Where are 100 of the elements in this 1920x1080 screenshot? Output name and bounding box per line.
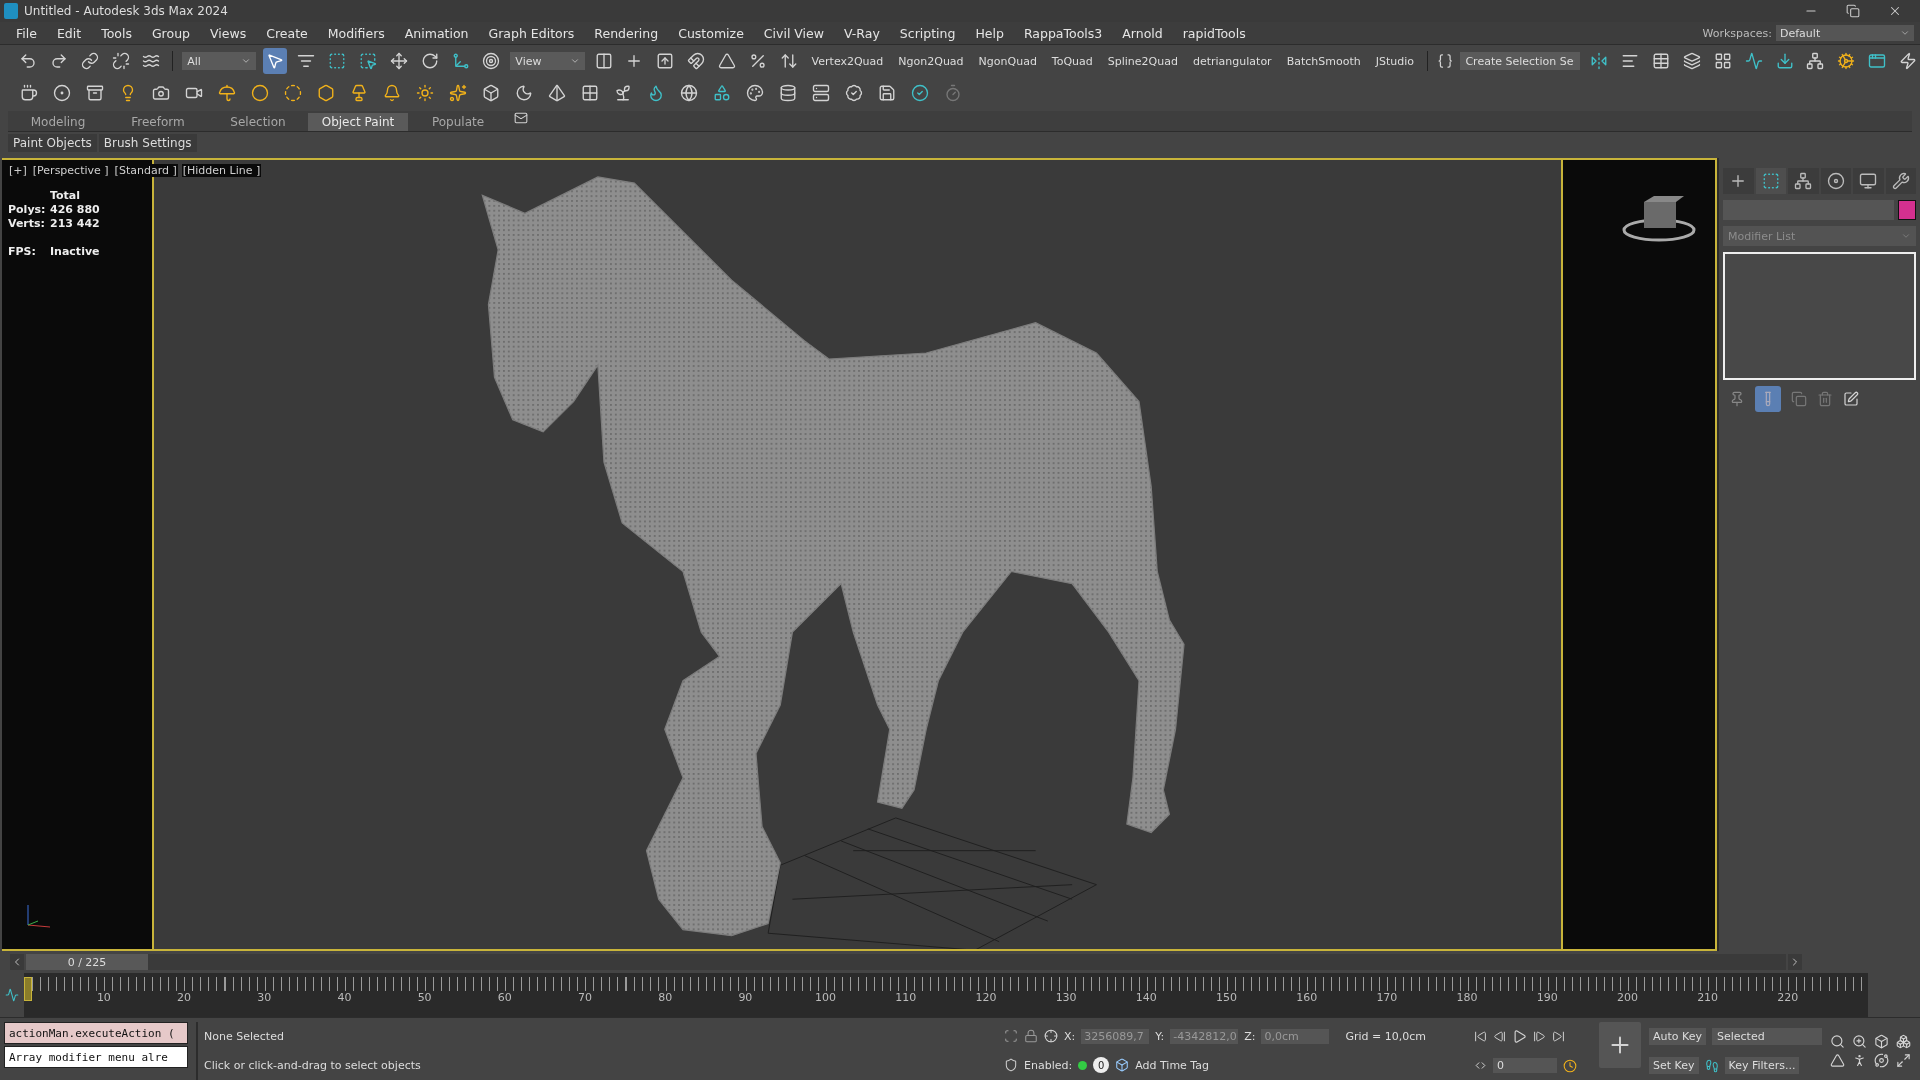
reference-coordinate-dropdown[interactable]: View	[510, 52, 585, 70]
set-key-large-button[interactable]	[1599, 1022, 1641, 1068]
go-to-end-icon[interactable]	[1552, 1030, 1565, 1043]
menu-item[interactable]: V-Ray	[834, 25, 890, 41]
database-icon[interactable]	[779, 84, 797, 102]
dashed-pointer-icon[interactable]	[358, 52, 377, 70]
enabled-indicator[interactable]	[1078, 1060, 1088, 1070]
maximize-icon[interactable]	[1896, 1053, 1911, 1068]
menu-item[interactable]: Tools	[91, 25, 142, 41]
ribbon-panel-tab[interactable]: Brush Settings	[98, 134, 197, 152]
script-button[interactable]: Ngon2Quad	[894, 54, 968, 68]
modifier-stack[interactable]	[1723, 252, 1916, 380]
percent-icon[interactable]	[748, 52, 767, 70]
command-panel-tab[interactable]	[1755, 168, 1786, 194]
ball-icon[interactable]	[680, 84, 698, 102]
script-button[interactable]: JStudio	[1371, 54, 1418, 68]
workspace-dropdown[interactable]: Default	[1776, 25, 1914, 41]
archive-icon[interactable]	[86, 84, 104, 102]
menu-item[interactable]: Graph Editors	[478, 25, 585, 41]
menu-item[interactable]: Animation	[394, 25, 479, 41]
bell-icon[interactable]	[383, 84, 401, 102]
flame-icon[interactable]	[647, 84, 665, 102]
pyramid-icon[interactable]	[548, 84, 566, 102]
script-button[interactable]: ToQuad	[1047, 54, 1097, 68]
redo-icon[interactable]	[49, 52, 68, 70]
command-panel-tab[interactable]	[1820, 168, 1851, 194]
set-key-button[interactable]: Set Key	[1649, 1057, 1699, 1074]
ribbon-panel-tab[interactable]: Paint Objects	[8, 134, 97, 152]
orbit-icon[interactable]	[1874, 1053, 1889, 1068]
menu-item[interactable]: Modifiers	[317, 25, 395, 41]
umbrella-icon[interactable]	[218, 84, 236, 102]
edit-icon[interactable]	[1843, 391, 1859, 407]
menu-item[interactable]: Create	[256, 25, 318, 41]
network-icon[interactable]	[1806, 52, 1825, 70]
save-icon[interactable]	[878, 84, 896, 102]
script-button[interactable]: Spline2Quad	[1103, 54, 1182, 68]
go-to-start-icon[interactable]	[1474, 1030, 1487, 1043]
previous-key-icon[interactable]	[1493, 1030, 1506, 1043]
table-icon[interactable]	[1652, 52, 1671, 70]
window-icon[interactable]	[1868, 52, 1887, 70]
shapes-icon[interactable]	[713, 84, 731, 102]
command-panel-tab[interactable]	[1723, 168, 1754, 194]
zoom-extents-all-icon[interactable]	[1896, 1034, 1911, 1049]
scale-icon[interactable]	[451, 52, 470, 70]
curve-editor-icon[interactable]	[4, 988, 19, 1002]
menu-item[interactable]: Edit	[46, 25, 92, 41]
layers-icon[interactable]	[1682, 52, 1701, 70]
next-frame-button[interactable]	[1788, 954, 1802, 970]
command-panel-tab[interactable]	[1788, 168, 1819, 194]
magnet-icon[interactable]	[687, 52, 706, 70]
pin-icon[interactable]	[1729, 391, 1745, 407]
next-key-icon[interactable]	[1533, 1030, 1546, 1043]
shield-icon[interactable]	[1004, 1058, 1018, 1073]
rotate-icon[interactable]	[420, 52, 439, 70]
unlink-icon[interactable]	[111, 52, 130, 70]
previous-frame-button[interactable]	[10, 954, 24, 970]
named-selection-dropdown[interactable]: Create Selection Se	[1460, 52, 1581, 70]
viewport-label[interactable]: [Standard ]	[113, 164, 178, 177]
menu-item[interactable]: Help	[965, 25, 1014, 41]
geosphere-icon[interactable]	[317, 84, 335, 102]
badge-icon[interactable]	[845, 84, 863, 102]
sparkle-icon[interactable]	[449, 84, 467, 102]
menu-item[interactable]: Group	[141, 25, 200, 41]
close-icon[interactable]	[1888, 4, 1902, 18]
walk-icon[interactable]	[1852, 1053, 1867, 1068]
viewport-label[interactable]: [Perspective ]	[31, 164, 110, 177]
ribbon-tab[interactable]: Selection	[208, 113, 308, 131]
dashed-square-icon[interactable]	[328, 52, 347, 70]
arrow-up-icon[interactable]	[656, 52, 675, 70]
palette-icon[interactable]	[746, 84, 764, 102]
ribbon-tab[interactable]: Populate	[408, 113, 508, 131]
sphere-icon[interactable]	[284, 84, 302, 102]
key-filters-button[interactable]: Key Filters...	[1724, 1057, 1800, 1074]
play-icon[interactable]	[1512, 1029, 1527, 1044]
time-config-icon[interactable]	[1563, 1058, 1577, 1073]
lamp-icon[interactable]	[350, 84, 368, 102]
selection-filter-dropdown[interactable]: All	[182, 52, 257, 70]
transform-mode-icon[interactable]	[1044, 1029, 1058, 1044]
sun-icon[interactable]	[416, 84, 434, 102]
up-down-icon[interactable]	[779, 52, 798, 70]
circle-icon[interactable]	[53, 84, 71, 102]
script-button[interactable]: detriangulator	[1188, 54, 1276, 68]
add-time-tag-button[interactable]: Add Time Tag	[1135, 1058, 1209, 1072]
download-icon[interactable]	[1775, 52, 1794, 70]
ribbon-tab[interactable]: Modeling	[8, 113, 108, 131]
script-button[interactable]: NgonQuad	[974, 54, 1041, 68]
key-mode-dropdown[interactable]: Selected	[1712, 1028, 1822, 1045]
target-icon[interactable]	[482, 52, 501, 70]
angle-icon[interactable]	[717, 52, 736, 70]
moon-icon[interactable]	[515, 84, 533, 102]
track-bar[interactable]: 10 20 30 40 50 60 70 80 90 100 110 120 130 140 150 160 170 180 190 200 210 220	[23, 973, 1868, 1017]
zoom-icon[interactable]	[1830, 1034, 1845, 1049]
tiles-icon[interactable]	[581, 84, 599, 102]
teapot-icon[interactable]	[20, 84, 38, 102]
camera-icon[interactable]	[152, 84, 170, 102]
cog-icon[interactable]	[1837, 52, 1856, 70]
auto-key-button[interactable]: Auto Key	[1649, 1028, 1706, 1045]
braces-icon[interactable]	[1436, 52, 1454, 70]
lightning-icon[interactable]	[1898, 52, 1917, 70]
menu-item[interactable]: RappaTools3	[1013, 25, 1113, 41]
